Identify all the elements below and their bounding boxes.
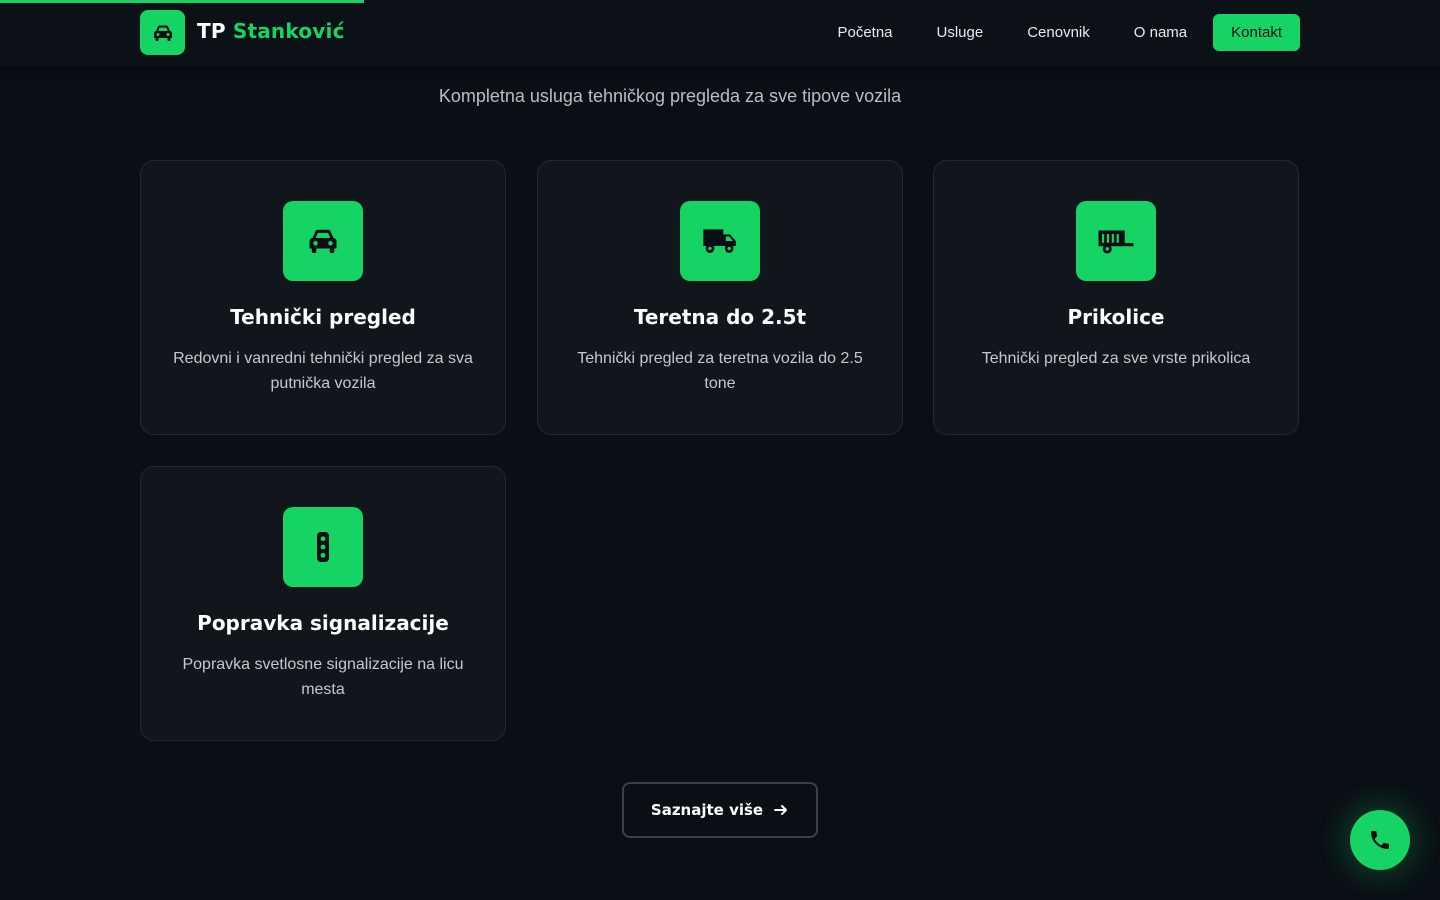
- service-icon-box: [283, 507, 363, 587]
- nav-link-pocetna[interactable]: Početna: [837, 24, 892, 41]
- service-description: Tehnički pregled za sve vrste prikolica: [981, 350, 1251, 367]
- nav-link-o-nama[interactable]: O nama: [1134, 24, 1187, 41]
- service-icon-box: [1076, 201, 1156, 281]
- service-card-signalizacija[interactable]: Popravka signalizacije Popravka svetlosn…: [140, 466, 506, 741]
- service-description: Popravka svetlosne signalizacije na licu…: [182, 656, 464, 698]
- service-description: Redovni i vanredni tehnički pregled za s…: [173, 350, 473, 392]
- trailer-icon: [1098, 230, 1134, 254]
- service-title: Teretna do 2.5t: [633, 305, 807, 329]
- logo[interactable]: [140, 10, 185, 55]
- site-header: TP Stanković Početna Usluge Cenovnik O n…: [0, 0, 1440, 66]
- service-title: Popravka signalizacije: [197, 611, 449, 635]
- brand-prefix: TP: [197, 19, 226, 43]
- section-subtitle: Kompletna usluga tehničkog pregleda za s…: [438, 86, 902, 106]
- learn-more-button[interactable]: Saznajte više: [622, 782, 818, 838]
- scroll-progress-bar: [0, 0, 364, 3]
- phone-call-button[interactable]: [1350, 810, 1410, 870]
- service-icon-box: [283, 201, 363, 281]
- brand-name[interactable]: TP Stanković: [197, 19, 345, 43]
- brand-surname: Stanković: [232, 19, 345, 43]
- contact-button[interactable]: Kontakt: [1213, 14, 1300, 51]
- service-icon-box: [680, 201, 760, 281]
- service-card-prikolice[interactable]: Prikolice Tehnički pregled za sve vrste …: [933, 160, 1299, 435]
- arrow-right-icon: [774, 805, 788, 815]
- phone-icon: [1371, 831, 1389, 849]
- service-card-tehnicki-pregled[interactable]: Tehnički pregled Redovni i vanredni tehn…: [140, 160, 506, 435]
- nav-link-cenovnik[interactable]: Cenovnik: [1027, 24, 1090, 41]
- nav-link-usluge[interactable]: Usluge: [937, 24, 984, 41]
- learn-more-label: Saznajte više: [650, 801, 764, 819]
- car-icon: [153, 25, 172, 41]
- service-description: Tehnički pregled za teretna vozila do 2.…: [577, 350, 863, 392]
- service-title: Prikolice: [1067, 305, 1165, 329]
- service-title: Tehnički pregled: [230, 305, 416, 329]
- traffic-light-icon: [317, 532, 329, 562]
- main-nav: Početna Usluge Cenovnik O nama Kontakt: [837, 14, 1300, 51]
- car-icon: [309, 229, 337, 253]
- service-card-teretna[interactable]: Teretna do 2.5t Tehnički pregled za tere…: [537, 160, 903, 435]
- truck-icon: [703, 229, 736, 253]
